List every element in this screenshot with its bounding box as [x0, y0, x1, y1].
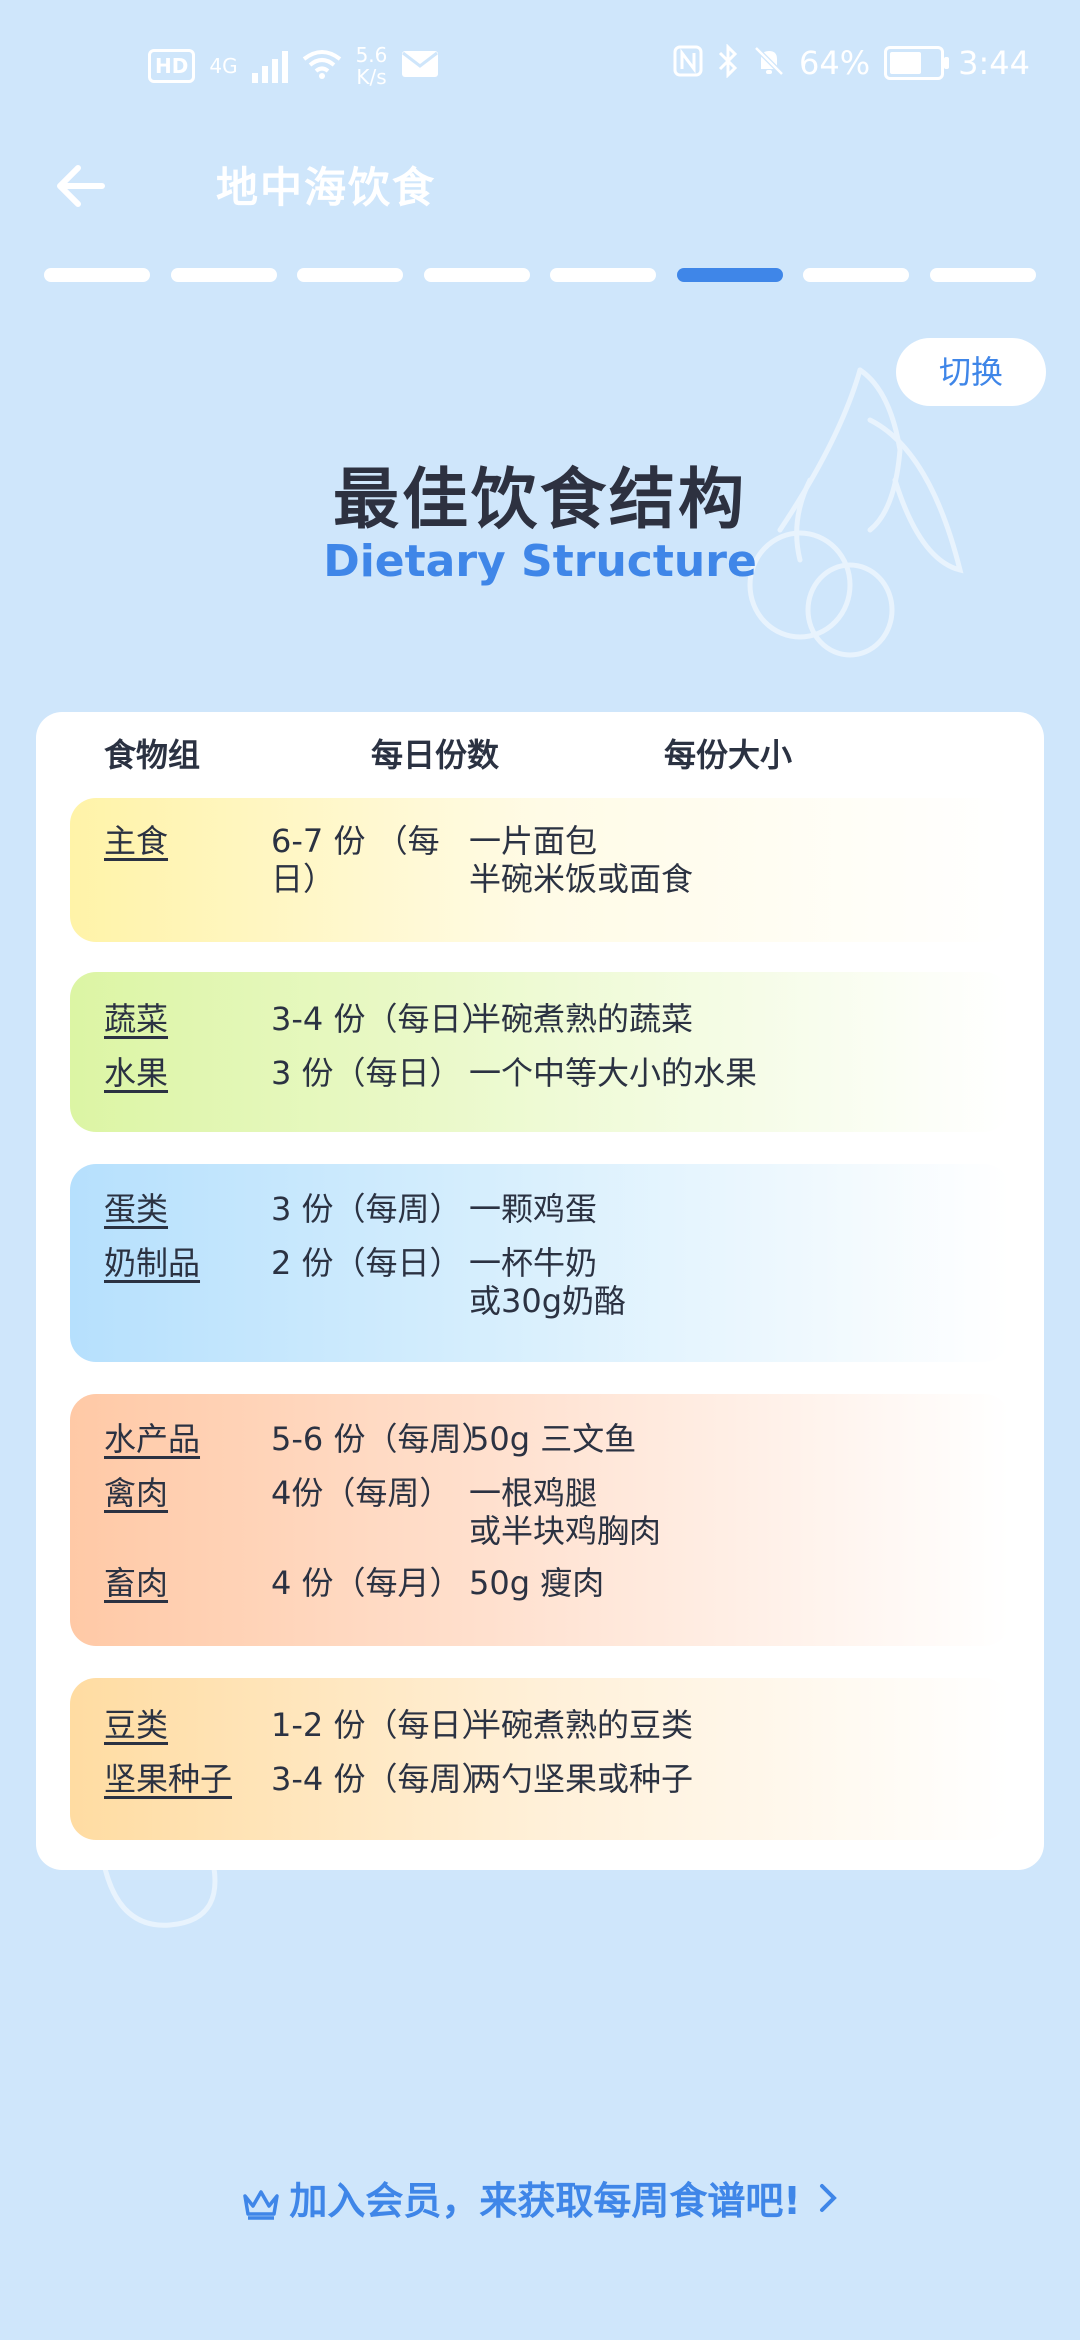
network-speed-unit: K/s — [356, 65, 387, 89]
network-speed: 5.6 K/s — [356, 44, 388, 88]
signal-icon — [251, 49, 288, 83]
battery-icon — [884, 46, 950, 80]
food-name[interactable]: 水果 — [104, 1054, 168, 1092]
serving-size: 50g 三文鱼 — [469, 1420, 637, 1458]
serving-size: 两勺坚果或种子 — [469, 1760, 694, 1798]
servings: 3-4 份（每周） — [271, 1760, 494, 1798]
step-progress — [44, 268, 1036, 282]
status-right: 64% 3:44 — [673, 43, 1030, 82]
header-daily-servings: 每日份数 — [371, 736, 500, 774]
table-header: 食物组 每日份数 每份大小 — [36, 730, 1044, 800]
crown-icon — [243, 2189, 280, 2220]
food-name[interactable]: 蔬菜 — [104, 1000, 168, 1038]
servings: 5-6 份（每周） — [271, 1420, 494, 1458]
hd-icon: HD — [148, 49, 196, 83]
servings: 3 份（每日） — [271, 1054, 462, 1092]
progress-step — [170, 268, 277, 282]
diet-table-card: 食物组 每日份数 每份大小 主食 6-7 份 （每 日） 一片面包 半碗米饭或面… — [36, 712, 1044, 1870]
servings: 4 份（每月） — [271, 1564, 462, 1602]
progress-step — [803, 268, 910, 282]
food-name[interactable]: 水产品 — [104, 1420, 200, 1458]
clock: 3:44 — [958, 44, 1030, 82]
status-bar: HD 4G 5.6 K/s 64% 3:44 — [0, 0, 1080, 120]
servings: 6-7 份 （每 日） — [271, 822, 440, 898]
network-type: 4G — [209, 54, 238, 78]
food-group-eggs-dairy: 蛋类 3 份（每周） 一颗鸡蛋 奶制品 2 份（每日） 一杯牛奶 或30g奶酪 — [70, 1164, 1010, 1362]
serving-size: 一颗鸡蛋 — [469, 1190, 598, 1228]
food-group-staples: 主食 6-7 份 （每 日） 一片面包 半碗米饭或面食 — [70, 798, 1010, 942]
serving-size: 50g 瘦肉 — [469, 1564, 605, 1602]
serving-size: 一杯牛奶 或30g奶酪 — [469, 1244, 627, 1320]
page-title: 地中海饮食 — [216, 163, 437, 212]
servings: 1-2 份（每日） — [271, 1706, 494, 1744]
wifi-icon — [302, 49, 342, 83]
food-name[interactable]: 坚果种子 — [104, 1760, 232, 1798]
header-serving-size: 每份大小 — [664, 736, 793, 774]
progress-step — [676, 268, 783, 282]
food-group-proteins: 水产品 5-6 份（每周） 50g 三文鱼 禽肉 4份（每周） 一根鸡腿 或半块… — [70, 1394, 1010, 1646]
progress-step — [423, 268, 530, 282]
food-name[interactable]: 蛋类 — [104, 1190, 168, 1228]
battery-percent: 64% — [799, 44, 871, 82]
membership-cta-text: 加入会员，来获取每周食谱吧! — [289, 2179, 801, 2223]
app-header: 地中海饮食 — [0, 140, 1080, 230]
progress-step — [297, 268, 404, 282]
food-group-legumes-nuts: 豆类 1-2 份（每日） 半碗煮熟的豆类 坚果种子 3-4 份（每周） 两勺坚果… — [70, 1678, 1010, 1840]
servings: 4份（每周） — [271, 1474, 452, 1512]
back-arrow-icon — [57, 165, 105, 207]
back-button[interactable] — [52, 158, 116, 214]
status-left: HD 4G 5.6 K/s — [148, 44, 439, 88]
servings: 2 份（每日） — [271, 1244, 462, 1282]
mute-icon — [753, 45, 785, 81]
food-name[interactable]: 主食 — [104, 822, 168, 860]
serving-size: 一片面包 半碗米饭或面食 — [469, 822, 694, 898]
serving-size: 半碗煮熟的豆类 — [469, 1706, 694, 1744]
network-speed-value: 5.6 — [355, 43, 388, 67]
serving-size: 一根鸡腿 或半块鸡胸肉 — [469, 1474, 662, 1550]
servings: 3 份（每周） — [271, 1190, 462, 1228]
bluetooth-icon — [717, 43, 739, 82]
progress-step — [550, 268, 657, 282]
food-group-produce: 蔬菜 3-4 份（每日） 半碗煮熟的蔬菜 水果 3 份（每日） 一个中等大小的水… — [70, 972, 1010, 1132]
header-food-group: 食物组 — [104, 736, 201, 774]
membership-cta[interactable]: 加入会员，来获取每周食谱吧! — [0, 2170, 1080, 2225]
progress-step — [929, 268, 1036, 282]
hero-title: 最佳饮食结构 — [333, 461, 747, 538]
mail-icon — [401, 50, 439, 82]
hero-subtitle: Dietary Structure — [323, 536, 757, 587]
serving-size: 半碗煮熟的蔬菜 — [469, 1000, 694, 1038]
food-name[interactable]: 畜肉 — [104, 1564, 168, 1602]
nfc-icon — [673, 45, 703, 81]
servings: 3-4 份（每日） — [271, 1000, 494, 1038]
food-name[interactable]: 奶制品 — [104, 1244, 200, 1282]
food-name[interactable]: 豆类 — [104, 1706, 168, 1744]
progress-step — [44, 268, 150, 282]
serving-size: 一个中等大小的水果 — [469, 1054, 758, 1092]
chevron-right-icon — [817, 2179, 839, 2223]
food-name[interactable]: 禽肉 — [104, 1474, 168, 1512]
